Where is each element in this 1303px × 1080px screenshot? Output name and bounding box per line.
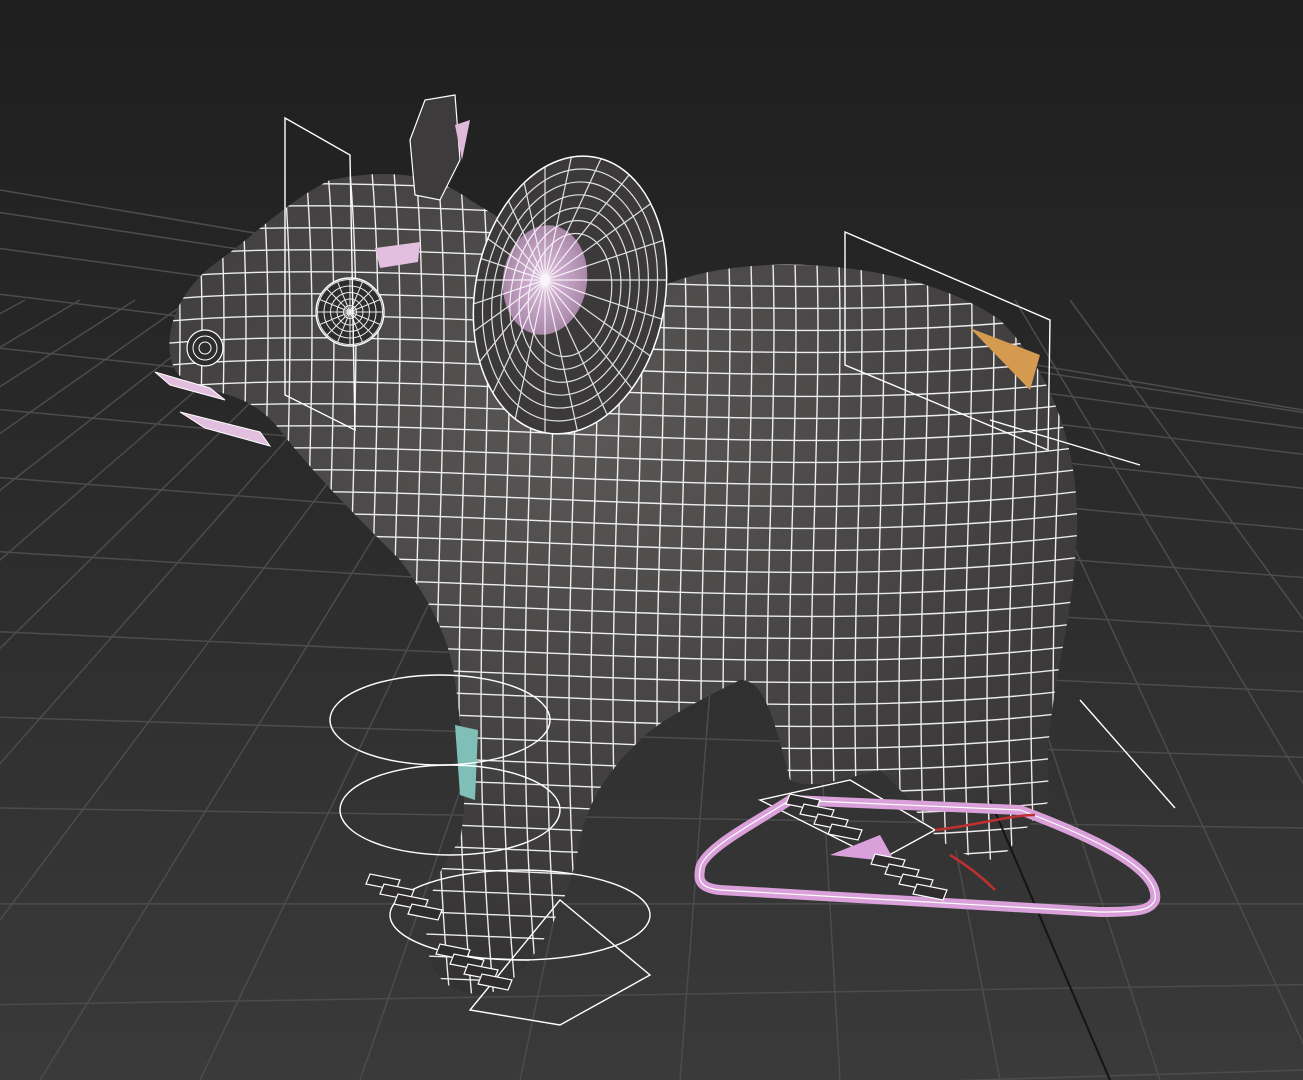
nose[interactable] (186, 329, 224, 367)
3d-viewport[interactable] (0, 0, 1303, 1080)
eye[interactable] (315, 277, 385, 347)
viewport-canvas[interactable] (0, 0, 1303, 1080)
